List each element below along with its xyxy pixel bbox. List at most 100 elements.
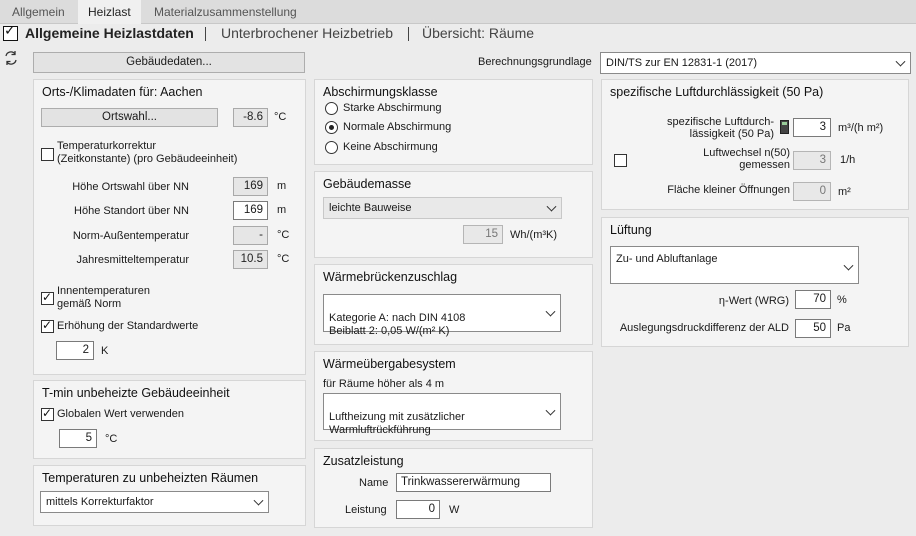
- temp-unbeheizt-select[interactable]: mittels Korrekturfaktor: [40, 491, 269, 513]
- erhoehung-label: Erhöhung der Standardwerte: [57, 320, 199, 332]
- jahresmitteltemperatur-field: 10.5: [233, 250, 268, 269]
- link-uebersicht-raeume[interactable]: Übersicht: Räume: [422, 25, 534, 41]
- temperaturkorrektur-label: Temperaturkorrektur (Zeitkonstante) (pro…: [57, 140, 238, 165]
- jahresmitteltemperatur-label: Jahresmitteltemperatur: [76, 254, 190, 266]
- sync-icon[interactable]: [3, 50, 19, 66]
- ortswahl-button[interactable]: Ortswahl...: [41, 108, 218, 127]
- hoehe-ortswahl-unit: m: [277, 180, 287, 192]
- tmin-panel: T-min unbeheizte Gebäudeeinheit Globalen…: [33, 380, 306, 459]
- temp-unbeheizt-panel: Temperaturen zu unbeheizten Räumen mitte…: [33, 465, 306, 526]
- calculator-icon[interactable]: [780, 120, 789, 134]
- eta-label: η-Wert (WRG): [718, 295, 789, 307]
- waermeuebergabe-subtitle: für Räume höher als 4 m: [323, 378, 445, 390]
- ald-field[interactable]: 50: [795, 319, 831, 338]
- tmin-title: T-min unbeheizte Gebäudeeinheit: [42, 386, 230, 400]
- waermebruecken-panel: Wärmebrückenzuschlag Kategorie A: nach D…: [314, 264, 593, 345]
- spez-luftdurch-unit: m³/(h m²): [838, 122, 884, 134]
- keine-abschirmung-label: Keine Abschirmung: [343, 141, 438, 153]
- page-header: Allgemeine Heizlastdaten Unterbrochener …: [0, 23, 916, 44]
- tab-bar: Allgemein Heizlast Materialzusammenstell…: [0, 0, 916, 24]
- zusatzleistung-title: Zusatzleistung: [323, 454, 404, 468]
- zusatz-leistung-field[interactable]: 0: [396, 500, 440, 519]
- link-unterbrochener-heizbetrieb[interactable]: Unterbrochener Heizbetrieb: [221, 25, 393, 41]
- gebaeudemasse-panel: Gebäudemasse leichte Bauweise 15 Wh/(m³K…: [314, 171, 593, 258]
- innentemperaturen-checkbox[interactable]: [41, 290, 54, 305]
- erhoehung-field[interactable]: 2: [56, 341, 94, 360]
- global-wert-checkbox[interactable]: [41, 406, 54, 421]
- waermebruecken-select[interactable]: Kategorie A: nach DIN 4108 Beiblatt 2: 0…: [323, 294, 561, 337]
- eta-field[interactable]: 70: [795, 290, 831, 309]
- radio-normale-abschirmung[interactable]: [325, 121, 338, 134]
- flaeche-unit: m²: [838, 186, 851, 198]
- jahresmitteltemperatur-unit: °C: [277, 253, 290, 265]
- normale-abschirmung-label: Normale Abschirmung: [343, 121, 452, 133]
- abschirmung-panel: Abschirmungsklasse Starke Abschirmung No…: [314, 79, 593, 165]
- lueftung-select[interactable]: Zu- und Abluftanlage: [610, 246, 859, 284]
- ald-unit: Pa: [837, 322, 851, 334]
- waermeuebergabe-title: Wärmeübergabesystem: [323, 357, 456, 371]
- orts-title: Orts-/Klimadaten für: Aachen: [42, 85, 203, 99]
- gebaeudemasse-field: 15: [463, 225, 503, 244]
- zusatz-name-label: Name: [359, 477, 389, 489]
- header-checkbox[interactable]: [3, 23, 18, 41]
- hoehe-standort-unit: m: [277, 204, 287, 216]
- chevron-down-icon: [253, 495, 264, 506]
- eta-unit: %: [837, 294, 847, 306]
- luftwechsel-field: 3: [793, 151, 831, 170]
- norm-aussentemperatur-field: -: [233, 226, 268, 245]
- gebaeudemasse-title: Gebäudemasse: [323, 177, 412, 191]
- gebaeudedaten-button[interactable]: Gebäudedaten...: [33, 52, 305, 73]
- berechnungsgrundlage-select[interactable]: DIN/TS zur EN 12831-1 (2017): [600, 52, 911, 74]
- tab-heizlast[interactable]: Heizlast: [78, 0, 141, 24]
- temp-unbeheizt-value: mittels Korrekturfaktor: [46, 496, 154, 508]
- tab-allgemein[interactable]: Allgemein: [2, 0, 75, 24]
- temp-unbeheizt-title: Temperaturen zu unbeheizten Räumen: [42, 471, 259, 485]
- flaeche-field: 0: [793, 182, 831, 201]
- gebaeudemasse-value: leichte Bauweise: [329, 202, 412, 214]
- lueftung-value: Zu- und Abluftanlage: [616, 253, 718, 265]
- hoehe-ortswahl-label: Höhe Ortswahl über NN: [72, 181, 189, 193]
- radio-starke-abschirmung[interactable]: [325, 102, 338, 115]
- spez-luftdurch-label: spezifische Luftdurch- lässigkeit (50 Pa…: [667, 116, 774, 140]
- chevron-down-icon: [843, 260, 854, 271]
- radio-keine-abschirmung[interactable]: [325, 141, 338, 154]
- erhoehung-checkbox[interactable]: [41, 318, 54, 333]
- waermeuebergabe-panel: Wärmeübergabesystem für Räume höher als …: [314, 351, 593, 441]
- chevron-down-icon: [546, 201, 557, 212]
- zusatz-leistung-unit: W: [449, 504, 460, 516]
- spez-luftdurch-field[interactable]: 3: [793, 118, 831, 137]
- chevron-down-icon: [895, 56, 906, 67]
- orts-klimadaten-panel: Orts-/Klimadaten für: Aachen Ortswahl...…: [33, 79, 306, 375]
- hoehe-standort-label: Höhe Standort über NN: [74, 205, 189, 217]
- ortswahl-temp-field: -8.6: [233, 108, 268, 127]
- abschirmung-title: Abschirmungsklasse: [323, 85, 438, 99]
- temperaturkorrektur-checkbox[interactable]: [41, 148, 54, 161]
- gebaeudemasse-select[interactable]: leichte Bauweise: [323, 197, 562, 219]
- ortswahl-temp-unit: °C: [274, 111, 287, 123]
- separator: [408, 27, 409, 41]
- berechnungsgrundlage-value: DIN/TS zur EN 12831-1 (2017): [606, 57, 758, 69]
- flaeche-label: Fläche kleiner Öffnungen: [667, 184, 790, 196]
- luftwechsel-label: Luftwechsel n(50) gemessen: [703, 147, 790, 171]
- waermeuebergabe-select[interactable]: Luftheizung mit zusätzlicher Warmluftrüc…: [323, 393, 561, 436]
- berechnungsgrundlage-label: Berechnungsgrundlage: [478, 56, 592, 68]
- tab-materialzusammenstellung[interactable]: Materialzusammenstellung: [144, 0, 307, 24]
- waermeuebergabe-value: Luftheizung mit zusätzlicher Warmluftrüc…: [329, 411, 465, 436]
- luftdurchlaessigkeit-panel: spezifische Luftdurchlässigkeit (50 Pa) …: [601, 79, 909, 210]
- chevron-down-icon: [545, 306, 556, 317]
- zusatz-name-field[interactable]: Trinkwassererwärmung: [396, 473, 551, 492]
- waermebruecken-value: Kategorie A: nach DIN 4108 Beiblatt 2: 0…: [329, 312, 466, 337]
- zusatzleistung-panel: Zusatzleistung Name Trinkwassererwärmung…: [314, 448, 593, 528]
- waermebruecken-title: Wärmebrückenzuschlag: [323, 270, 458, 284]
- tmin-field[interactable]: 5: [59, 429, 97, 448]
- lueftung-panel: Lüftung Zu- und Abluftanlage η-Wert (WRG…: [601, 217, 909, 347]
- page-title: Allgemeine Heizlastdaten: [25, 25, 194, 41]
- hoehe-ortswahl-field: 169: [233, 177, 268, 196]
- ald-label: Auslegungsdruckdifferenz der ALD: [619, 322, 789, 334]
- hoehe-standort-field[interactable]: 169: [233, 201, 268, 220]
- gebaeudemasse-unit: Wh/(m³K): [510, 229, 558, 241]
- tmin-unit: °C: [105, 433, 118, 445]
- luftwechsel-unit: 1/h: [840, 154, 856, 166]
- global-wert-label: Globalen Wert verwenden: [57, 408, 184, 420]
- luftwechsel-checkbox[interactable]: [614, 154, 627, 167]
